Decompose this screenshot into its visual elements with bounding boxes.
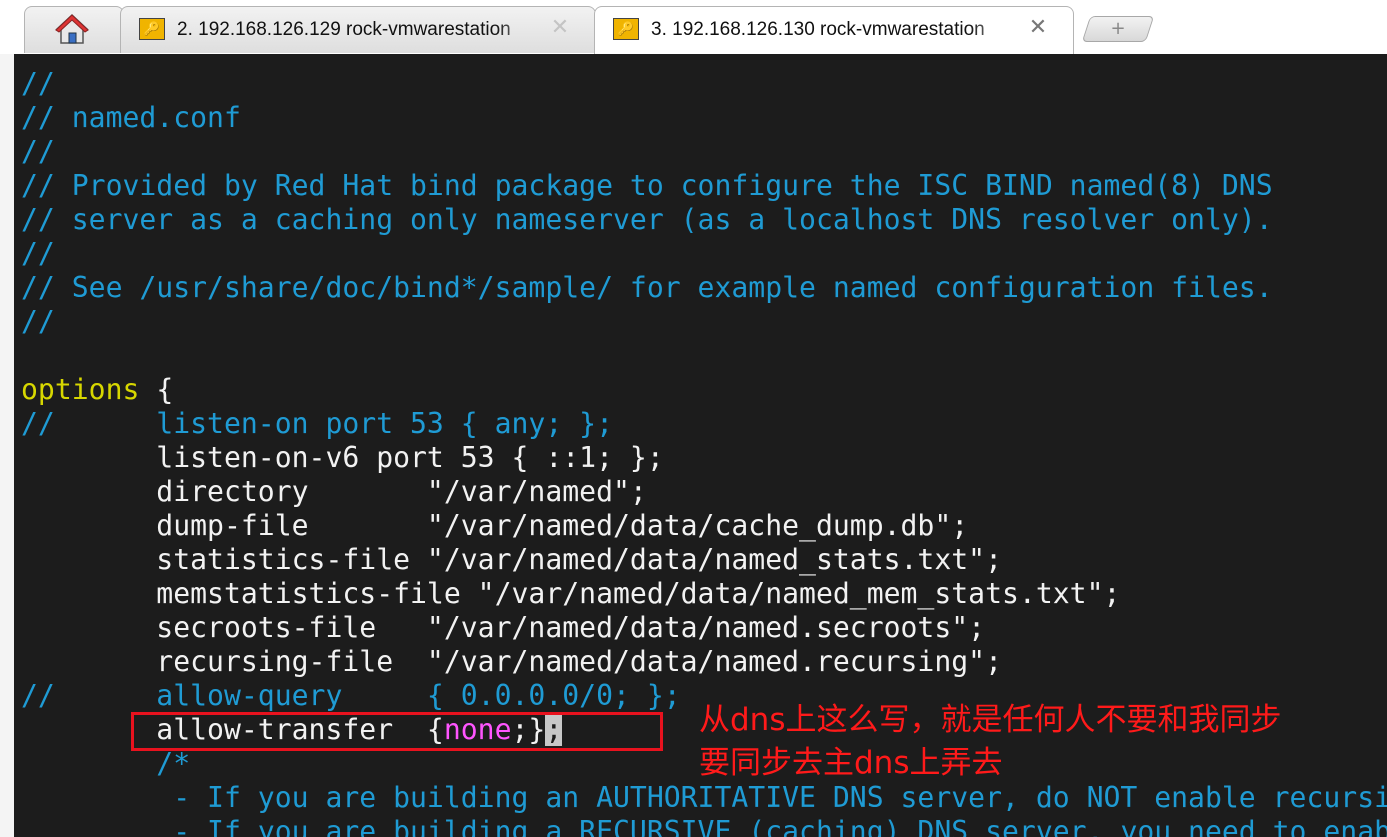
- terminal-line: - If you are building an AUTHORITATIVE D…: [21, 781, 1387, 814]
- terminal-line: //: [21, 237, 55, 270]
- annotation-note: 从dns上这么写，就是任何人不要和我同步: [699, 702, 1282, 738]
- key-icon: 🔑: [613, 18, 639, 40]
- terminal-line: memstatistics-file "/var/named/data/name…: [21, 577, 1121, 610]
- terminal-line: directory "/var/named";: [21, 475, 647, 508]
- tab-bar: 🔑 2. 192.168.126.129 rock-vmwarestation …: [0, 0, 1387, 54]
- close-icon[interactable]: ✕: [1027, 15, 1049, 41]
- side-strip: [0, 54, 14, 837]
- terminal-line: //: [21, 135, 55, 168]
- key-icon: 🔑: [139, 18, 165, 40]
- new-tab-button[interactable]: +: [1081, 16, 1155, 42]
- terminal-line: secroots-file "/var/named/data/named.sec…: [21, 611, 986, 644]
- options-keyword: options: [21, 373, 140, 406]
- tab-label: 3. 192.168.126.130 rock-vmwarestation: [651, 19, 985, 40]
- terminal-line: // listen-on port 53 { any; };: [21, 407, 613, 440]
- tab-label: 2. 192.168.126.129 rock-vmwarestation: [177, 19, 511, 40]
- options-brace: {: [139, 373, 174, 406]
- terminal-line: dump-file "/var/named/data/cache_dump.db…: [21, 509, 969, 542]
- tab-home[interactable]: [24, 6, 124, 53]
- terminal-line: //: [21, 305, 55, 338]
- annotation-highlight-box: [131, 712, 663, 751]
- plus-icon: +: [1110, 18, 1126, 39]
- home-icon: [55, 13, 89, 44]
- terminal-line: //: [21, 67, 55, 100]
- terminal-line: statistics-file "/var/named/data/named_s…: [21, 543, 1003, 576]
- close-icon[interactable]: ✕: [549, 15, 571, 41]
- terminal-line: // server as a caching only nameserver (…: [21, 203, 1273, 236]
- terminal-line: - If you are building a RECURSIVE (cachi…: [21, 815, 1387, 837]
- terminal-line: // named.conf: [21, 101, 241, 134]
- terminal-line: // Provided by Red Hat bind package to c…: [21, 169, 1273, 202]
- terminal-line-options: options {: [21, 373, 1387, 407]
- terminal-line: recursing-file "/var/named/data/named.re…: [21, 645, 1003, 678]
- terminal-line: listen-on-v6 port 53 { ::1; };: [21, 441, 664, 474]
- tab-session-2[interactable]: 🔑 2. 192.168.126.129 rock-vmwarestation …: [120, 6, 596, 53]
- annotation-note: 要同步去主dns上弄去: [699, 745, 1003, 781]
- terminal-line: // See /usr/share/doc/bind*/sample/ for …: [21, 271, 1273, 304]
- tab-session-3[interactable]: 🔑 3. 192.168.126.130 rock-vmwarestation …: [594, 6, 1074, 54]
